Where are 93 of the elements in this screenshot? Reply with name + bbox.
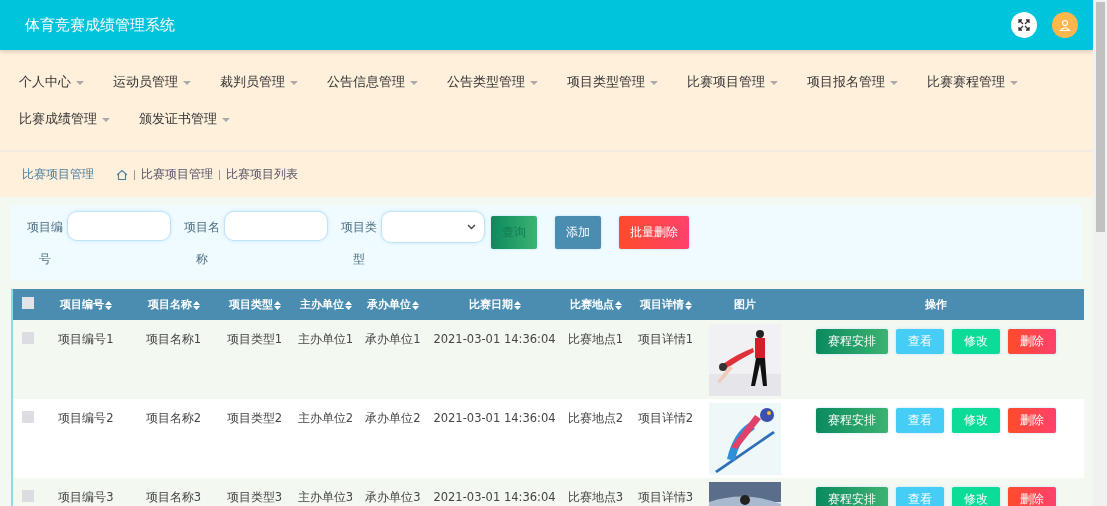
- breadcrumb-link[interactable]: 比赛项目列表: [226, 167, 298, 182]
- caret-icon: [410, 80, 418, 85]
- column-header: 图片: [702, 289, 788, 320]
- nav-menu-item[interactable]: 裁判员管理: [220, 66, 298, 99]
- table-cell: 项目名称2: [145, 411, 202, 425]
- table-cell: 2021-03-01 14:36:04: [433, 490, 556, 504]
- nav-menu-item[interactable]: 运动员管理: [113, 66, 191, 99]
- column-header[interactable]: 主办单位: [292, 289, 359, 320]
- nav-menu-item[interactable]: 比赛成绩管理: [19, 103, 110, 136]
- breadcrumb-link[interactable]: 比赛项目管理: [141, 167, 213, 182]
- add-button[interactable]: 添加: [555, 216, 601, 249]
- row-checkbox[interactable]: [21, 411, 34, 423]
- view-button[interactable]: 查看: [896, 329, 944, 354]
- caret-icon: [1010, 80, 1018, 85]
- sort-icon[interactable]: [105, 300, 112, 310]
- scrollbar[interactable]: [1093, 0, 1107, 506]
- nav-menu-item[interactable]: 公告信息管理: [327, 66, 418, 99]
- column-header: 操作: [788, 289, 1084, 320]
- select-all-checkbox[interactable]: [21, 297, 34, 309]
- table-cell: 2021-03-01 14:36:04: [433, 411, 556, 425]
- column-header[interactable]: 项目类型: [217, 289, 292, 320]
- view-button[interactable]: 查看: [896, 408, 944, 433]
- table-cell: 项目类型2: [226, 411, 283, 425]
- table-cell: 项目类型3: [226, 490, 283, 504]
- delete-button[interactable]: 删除: [1008, 329, 1056, 354]
- input-field[interactable]: [67, 211, 171, 241]
- table-cell: 主办单位2: [297, 411, 354, 425]
- sort-icon[interactable]: [344, 300, 352, 310]
- table-cell: 承办单位1: [365, 332, 421, 346]
- nav-menu-item[interactable]: 公告类型管理: [447, 66, 538, 99]
- column-header[interactable]: 项目名称: [130, 289, 217, 320]
- table-cell: 比赛地点3: [567, 490, 624, 504]
- caret-icon: [222, 117, 230, 122]
- column-header[interactable]: 比赛地点: [562, 289, 629, 320]
- table-cell: 项目名称3: [145, 490, 202, 504]
- caret-icon: [650, 80, 658, 85]
- column-header[interactable]: 比赛日期: [427, 289, 562, 320]
- sort-icon[interactable]: [192, 300, 200, 310]
- nav-menu-item[interactable]: 比赛赛程管理: [927, 66, 1018, 99]
- table-cell: 2021-03-01 14:36:04: [433, 332, 556, 346]
- nav-menu-item[interactable]: 项目报名管理: [807, 66, 898, 99]
- row-checkbox[interactable]: [21, 490, 34, 502]
- table-cell: 项目详情2: [637, 411, 694, 425]
- caret-icon: [890, 80, 898, 85]
- table-cell: 项目详情1: [637, 332, 694, 346]
- schedule-button[interactable]: 赛程安排: [816, 329, 888, 354]
- field-label: 项目名称: [183, 219, 221, 268]
- app-title: 体育竞赛成绩管理系统: [25, 15, 176, 35]
- caret-icon: [770, 80, 778, 85]
- table-cell: 主办单位3: [297, 490, 354, 504]
- caret-icon: [76, 80, 84, 85]
- delete-button[interactable]: 删除: [1008, 487, 1056, 506]
- table-cell: 承办单位3: [365, 490, 421, 504]
- input-field[interactable]: [224, 211, 328, 241]
- caret-icon: [102, 117, 110, 122]
- column-header[interactable]: 承办单位: [359, 289, 427, 320]
- table-cell: 项目编号2: [58, 411, 114, 425]
- chevron-icon: [467, 224, 476, 230]
- field-label: 项目编号: [26, 219, 64, 268]
- schedule-button[interactable]: 赛程安排: [816, 408, 888, 433]
- sort-icon[interactable]: [684, 300, 692, 310]
- table-cell: 项目名称1: [145, 332, 202, 346]
- view-button[interactable]: 查看: [896, 487, 944, 506]
- nav-menu-item[interactable]: 比赛项目管理: [687, 66, 778, 99]
- fullscreen-icon[interactable]: [1011, 12, 1037, 38]
- delete-button[interactable]: 删除: [1008, 408, 1056, 433]
- user-avatar-icon[interactable]: [1052, 12, 1078, 38]
- caret-icon: [530, 80, 538, 85]
- table-cell: 比赛地点1: [567, 332, 624, 346]
- table-cell: 项目编号3: [58, 490, 114, 504]
- column-header[interactable]: 项目详情: [629, 289, 702, 320]
- delete-button[interactable]: 批量删除: [619, 216, 689, 249]
- table-cell: 项目详情3: [637, 490, 694, 504]
- sort-icon[interactable]: [273, 300, 281, 310]
- schedule-button[interactable]: 赛程安排: [816, 487, 888, 506]
- nav-menu-item[interactable]: 个人中心: [19, 66, 84, 99]
- table-cell: 项目编号1: [58, 332, 114, 346]
- caret-icon: [183, 80, 191, 85]
- page-heading: 比赛项目管理: [22, 167, 94, 182]
- field-label: 项目类型: [340, 219, 378, 268]
- caret-icon: [290, 80, 298, 85]
- table-cell: 项目类型1: [226, 332, 283, 346]
- sort-icon[interactable]: [614, 300, 622, 310]
- column-header[interactable]: 项目编号: [42, 289, 130, 320]
- nav-menu-item[interactable]: 项目类型管理: [567, 66, 658, 99]
- sort-icon[interactable]: [412, 300, 419, 310]
- nav-menu-item[interactable]: 颁发证书管理: [139, 103, 230, 136]
- row-checkbox[interactable]: [21, 332, 34, 344]
- home-icon[interactable]: [116, 168, 128, 181]
- table-cell: 主办单位1: [297, 332, 354, 346]
- table-cell: 承办单位2: [365, 411, 421, 425]
- sort-icon[interactable]: [513, 300, 521, 310]
- table-cell: 比赛地点2: [567, 411, 624, 425]
